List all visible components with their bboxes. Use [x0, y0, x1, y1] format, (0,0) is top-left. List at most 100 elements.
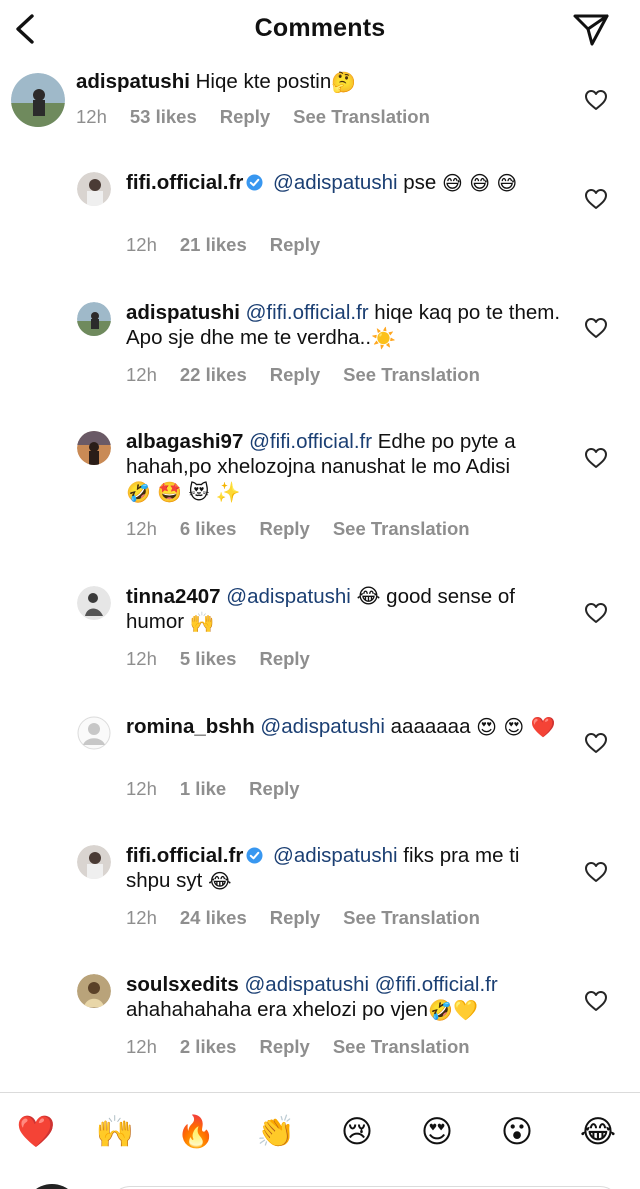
- comment-body: adispatushi Hiqe kte postin🤔: [76, 69, 566, 94]
- reply-button[interactable]: Reply: [259, 648, 309, 670]
- emoji-surprised-button[interactable]: 😮: [495, 1110, 539, 1154]
- emoji-laughing-button[interactable]: 😂: [576, 1110, 620, 1154]
- comment-meta: 12h 5 likes Reply: [126, 648, 356, 670]
- like-button[interactable]: [584, 602, 608, 624]
- comment-emoji: 😅 😅 😅: [442, 171, 518, 195]
- comment-likes[interactable]: 24 likes: [180, 907, 247, 929]
- comment-emoji: 😍 😍 ❤️: [476, 715, 556, 739]
- comment-meta: 12h 2 likes Reply See Translation: [126, 1036, 493, 1058]
- comment-item: albagashi97 @fifi.official.fr Edhe po py…: [0, 429, 640, 549]
- see-translation-button[interactable]: See Translation: [333, 518, 470, 540]
- comment-body: adispatushi @fifi.official.fr hiqe kaq p…: [126, 300, 566, 350]
- reply-button[interactable]: Reply: [249, 778, 299, 800]
- avatar[interactable]: [77, 716, 111, 750]
- comment-username[interactable]: adispatushi: [76, 70, 190, 93]
- heart-outline-icon: [585, 991, 607, 1011]
- reply-button[interactable]: Reply: [270, 234, 320, 256]
- emoji-reaction-bar: ❤️ 🙌 🔥 👏 😢 😍 😮 😂: [0, 1110, 640, 1162]
- like-button[interactable]: [584, 990, 608, 1012]
- comment-username[interactable]: romina_bshh: [126, 715, 255, 738]
- comment-likes[interactable]: 53 likes: [130, 106, 197, 128]
- divider: [0, 1092, 640, 1093]
- verified-badge-icon: [246, 847, 263, 864]
- comment-time: 12h: [76, 106, 107, 127]
- emoji-crying-button[interactable]: 😢: [335, 1110, 379, 1154]
- page-title: Comments: [254, 14, 386, 42]
- heart-outline-icon: [585, 733, 607, 753]
- comment-mention[interactable]: @adispatushi: [273, 844, 398, 867]
- avatar[interactable]: [77, 586, 111, 620]
- like-button[interactable]: [584, 317, 608, 339]
- comment-body: tinna2407 @adispatushi 😂 good sense of h…: [126, 584, 566, 634]
- reply-button[interactable]: Reply: [270, 364, 320, 386]
- comment-text: ahahahahaha era xhelozi po vjen: [126, 998, 429, 1021]
- comment-item: fifi.official.fr @adispatushi fiks pra m…: [0, 843, 640, 943]
- like-button[interactable]: [584, 732, 608, 754]
- comment-meta: 12h 21 likes Reply: [126, 234, 366, 256]
- comment-item: adispatushi @fifi.official.fr hiqe kaq p…: [0, 300, 640, 400]
- comment-emoji: 🤔: [331, 70, 357, 94]
- avatar[interactable]: [77, 302, 111, 336]
- comment-meta: 12h 6 likes Reply See Translation: [126, 518, 493, 540]
- comment-mention[interactable]: @adispatushi: [273, 171, 398, 194]
- comment-item: fifi.official.fr @adispatushi pse 😅 😅 😅 …: [0, 170, 640, 270]
- comment-username[interactable]: adispatushi: [126, 301, 240, 324]
- like-button[interactable]: [584, 89, 608, 111]
- emoji-clapping-button[interactable]: 👏: [254, 1110, 298, 1154]
- comment-likes[interactable]: 5 likes: [180, 648, 237, 670]
- emoji-heart-eyes-button[interactable]: 😍: [415, 1110, 459, 1154]
- comment-username[interactable]: fifi.official.fr: [126, 844, 243, 867]
- avatar[interactable]: [77, 845, 111, 879]
- heart-outline-icon: [585, 90, 607, 110]
- comment-emoji: 🙌: [189, 610, 215, 634]
- comment-emoji: 🤣💛: [428, 998, 478, 1022]
- share-button[interactable]: [571, 10, 611, 50]
- comment-item: adispatushi Hiqe kte postin🤔 12h 53 likes…: [0, 66, 640, 146]
- comment-likes[interactable]: 6 likes: [180, 518, 237, 540]
- avatar[interactable]: [77, 431, 111, 465]
- comment-likes[interactable]: 2 likes: [180, 1036, 237, 1058]
- see-translation-button[interactable]: See Translation: [333, 1036, 470, 1058]
- comment-likes[interactable]: 21 likes: [180, 234, 247, 256]
- comment-mention[interactable]: @fifi.official.fr: [246, 301, 369, 324]
- comment-username[interactable]: soulsxedits: [126, 973, 239, 996]
- comment-mention[interactable]: @adispatushi: [226, 585, 351, 608]
- comment-time: 12h: [126, 364, 157, 385]
- comment-mention[interactable]: @fifi.official.fr: [249, 430, 372, 453]
- like-button[interactable]: [584, 861, 608, 883]
- comment-time: 12h: [126, 518, 157, 539]
- heart-outline-icon: [585, 189, 607, 209]
- heart-outline-icon: [585, 318, 607, 338]
- emoji-raising-hands-button[interactable]: 🙌: [93, 1110, 137, 1154]
- see-translation-button[interactable]: See Translation: [343, 907, 480, 929]
- comment-username[interactable]: fifi.official.fr: [126, 171, 243, 194]
- comment-meta: 12h 53 likes Reply See Translation: [76, 106, 453, 128]
- emoji-heart-button[interactable]: ❤️: [14, 1110, 58, 1154]
- comment-time: 12h: [126, 907, 157, 928]
- comment-time: 12h: [126, 778, 157, 799]
- emoji-fire-button[interactable]: 🔥: [174, 1110, 218, 1154]
- like-button[interactable]: [584, 188, 608, 210]
- comment-likes[interactable]: 22 likes: [180, 364, 247, 386]
- see-translation-button[interactable]: See Translation: [343, 364, 480, 386]
- comment-meta: 12h 22 likes Reply See Translation: [126, 364, 503, 386]
- avatar[interactable]: [77, 974, 111, 1008]
- comment-likes[interactable]: 1 like: [180, 778, 226, 800]
- heart-outline-icon: [585, 603, 607, 623]
- reply-button[interactable]: Reply: [259, 1036, 309, 1058]
- see-translation-button[interactable]: See Translation: [293, 106, 430, 128]
- comment-mention[interactable]: @adispatushi @fifi.official.fr: [245, 973, 498, 996]
- comments-list[interactable]: adispatushi Hiqe kte postin🤔 12h 53 likes…: [0, 60, 640, 1092]
- reply-button[interactable]: Reply: [259, 518, 309, 540]
- avatar[interactable]: [11, 73, 65, 127]
- like-button[interactable]: [584, 447, 608, 469]
- comment-body: albagashi97 @fifi.official.fr Edhe po py…: [126, 429, 566, 504]
- comment-username[interactable]: albagashi97: [126, 430, 243, 453]
- comment-time: 12h: [126, 648, 157, 669]
- comment-username[interactable]: tinna2407: [126, 585, 221, 608]
- avatar[interactable]: [77, 172, 111, 206]
- comment-mention[interactable]: @adispatushi: [260, 715, 385, 738]
- reply-button[interactable]: Reply: [220, 106, 270, 128]
- avatar: [24, 1184, 80, 1189]
- reply-button[interactable]: Reply: [270, 907, 320, 929]
